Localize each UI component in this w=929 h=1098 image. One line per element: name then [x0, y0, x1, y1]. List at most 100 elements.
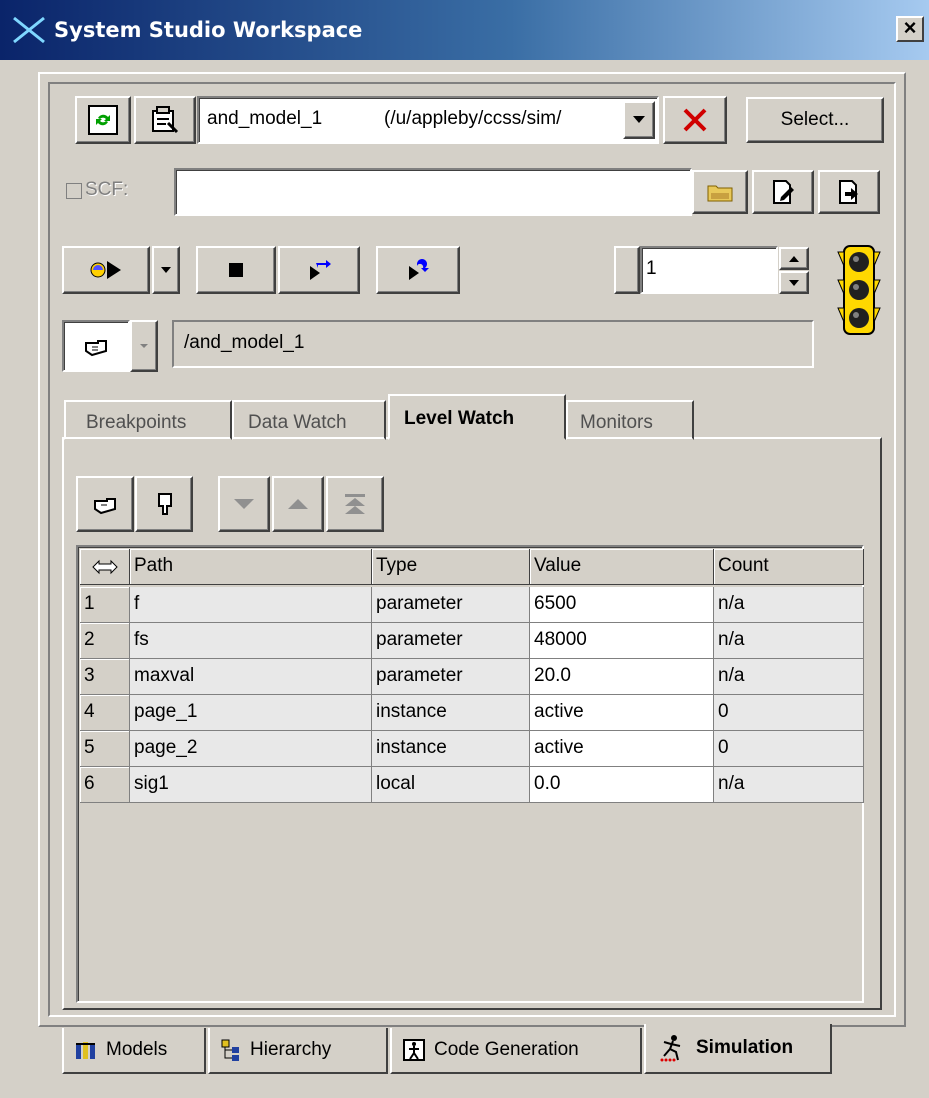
row-number: 5: [80, 731, 130, 767]
bottom-tab-simulation[interactable]: Simulation: [644, 1024, 832, 1074]
close-red-icon: [683, 108, 707, 132]
traffic-light-icon: [837, 245, 881, 335]
arrow-top-icon: [345, 494, 365, 514]
cell-count: n/a: [714, 659, 864, 695]
cell-type: instance: [372, 695, 530, 731]
model-dropdown-button[interactable]: [623, 101, 655, 139]
cell-value[interactable]: 0.0: [530, 767, 714, 803]
tab-level-watch[interactable]: Level Watch: [388, 394, 566, 440]
tab-monitors[interactable]: Monitors: [566, 400, 694, 440]
resize-columns-button[interactable]: [80, 549, 130, 585]
pointer-mode-button[interactable]: [62, 320, 130, 372]
models-icon: [76, 1042, 95, 1059]
cell-value[interactable]: 20.0: [530, 659, 714, 695]
cell-path: sig1: [130, 767, 372, 803]
arrow-down-icon: [234, 499, 254, 509]
cell-path: page_1: [130, 695, 372, 731]
run-button[interactable]: [62, 246, 150, 294]
tab-label: Monitors: [580, 412, 653, 433]
column-header-value[interactable]: Value: [530, 549, 714, 585]
simulation-path: /and_model_1: [184, 332, 305, 353]
tab-label: Breakpoints: [86, 412, 187, 433]
point-add-button[interactable]: [76, 476, 134, 532]
cell-type: local: [372, 767, 530, 803]
scf-input[interactable]: [174, 168, 692, 216]
pointing-hand-icon: [94, 498, 116, 515]
cell-path: page_2: [130, 731, 372, 767]
folder-icon: [707, 185, 733, 202]
move-down-button[interactable]: [218, 476, 270, 532]
chevron-down-icon: [140, 344, 148, 348]
code-generation-icon: [403, 1039, 425, 1061]
bottom-tab-label: Code Generation: [434, 1039, 579, 1060]
column-header-count[interactable]: Count: [714, 549, 864, 585]
edit-document-icon: [773, 180, 794, 204]
column-header-path[interactable]: Path: [130, 549, 372, 585]
cell-count: 0: [714, 695, 864, 731]
stop-icon: [229, 263, 243, 277]
spinner-down-button[interactable]: [779, 271, 809, 294]
run-options-dropdown[interactable]: [152, 246, 180, 294]
close-button[interactable]: ×: [896, 16, 924, 42]
row-number: 2: [80, 623, 130, 659]
resize-icon: [91, 559, 118, 574]
step-into-button[interactable]: [278, 246, 360, 294]
model-name: and_model_1: [207, 108, 323, 129]
bottom-tab-label: Models: [106, 1039, 168, 1060]
export-file-button[interactable]: [818, 170, 880, 214]
bottom-tab-label: Hierarchy: [250, 1039, 332, 1060]
cell-path: fs: [130, 623, 372, 659]
spinner-up-button[interactable]: [779, 247, 809, 270]
tab-label: Data Watch: [248, 412, 347, 433]
simulation-path-field[interactable]: /and_model_1: [172, 320, 814, 368]
cell-type: parameter: [372, 587, 530, 623]
move-top-button[interactable]: [326, 476, 384, 532]
cell-count: 0: [714, 731, 864, 767]
title-bar: System Studio Workspace ×: [0, 0, 929, 60]
cell-path: f: [130, 587, 372, 623]
bottom-tab-hierarchy[interactable]: Hierarchy: [208, 1028, 388, 1074]
pointer-mode-dropdown[interactable]: [130, 320, 158, 372]
model-select[interactable]: and_model_1 (/u/appleby/ccss/sim/: [197, 96, 659, 144]
edit-file-button[interactable]: [752, 170, 814, 214]
remove-model-button[interactable]: [663, 96, 727, 144]
level-watch-table: Path Type Value Count 1 f parameter 6500 n/a…: [76, 545, 864, 1003]
hierarchy-icon: [221, 1039, 239, 1061]
move-up-button[interactable]: [272, 476, 324, 532]
bottom-tab-code-generation[interactable]: Code Generation: [390, 1028, 642, 1074]
scf-label: SCF:: [85, 179, 129, 200]
bottom-tab-models[interactable]: Models: [62, 1028, 206, 1074]
export-document-icon: [839, 180, 858, 204]
point-down-button[interactable]: [135, 476, 193, 532]
step-out-button[interactable]: [376, 246, 460, 294]
cell-value[interactable]: 6500: [530, 587, 714, 623]
tab-label: Level Watch: [404, 408, 515, 429]
properties-button[interactable]: [134, 96, 196, 144]
cell-value[interactable]: 48000: [530, 623, 714, 659]
stop-button[interactable]: [196, 246, 276, 294]
select-button[interactable]: Select...: [746, 97, 884, 143]
bottom-tab-label: Simulation: [696, 1037, 794, 1058]
step-count-input[interactable]: 1: [640, 246, 778, 294]
cell-count: n/a: [714, 767, 864, 803]
cell-value[interactable]: active: [530, 695, 714, 731]
cell-type: instance: [372, 731, 530, 767]
step-spinner-grip: [614, 246, 640, 294]
column-header-type[interactable]: Type: [372, 549, 530, 585]
step-into-icon: [310, 260, 331, 280]
properties-icon: [152, 106, 179, 134]
refresh-icon: [88, 105, 118, 135]
cell-path: maxval: [130, 659, 372, 695]
tab-data-watch[interactable]: Data Watch: [232, 400, 386, 440]
refresh-button[interactable]: [75, 96, 131, 144]
cell-count: n/a: [714, 587, 864, 623]
open-folder-button[interactable]: [692, 170, 748, 214]
row-number: 6: [80, 767, 130, 803]
cell-value[interactable]: active: [530, 731, 714, 767]
tab-breakpoints[interactable]: Breakpoints: [64, 400, 232, 440]
app-logo-icon: [13, 16, 45, 44]
chevron-down-icon: [161, 267, 171, 273]
chevron-down-icon: [633, 116, 645, 123]
scf-checkbox[interactable]: [66, 183, 82, 199]
cell-type: parameter: [372, 623, 530, 659]
